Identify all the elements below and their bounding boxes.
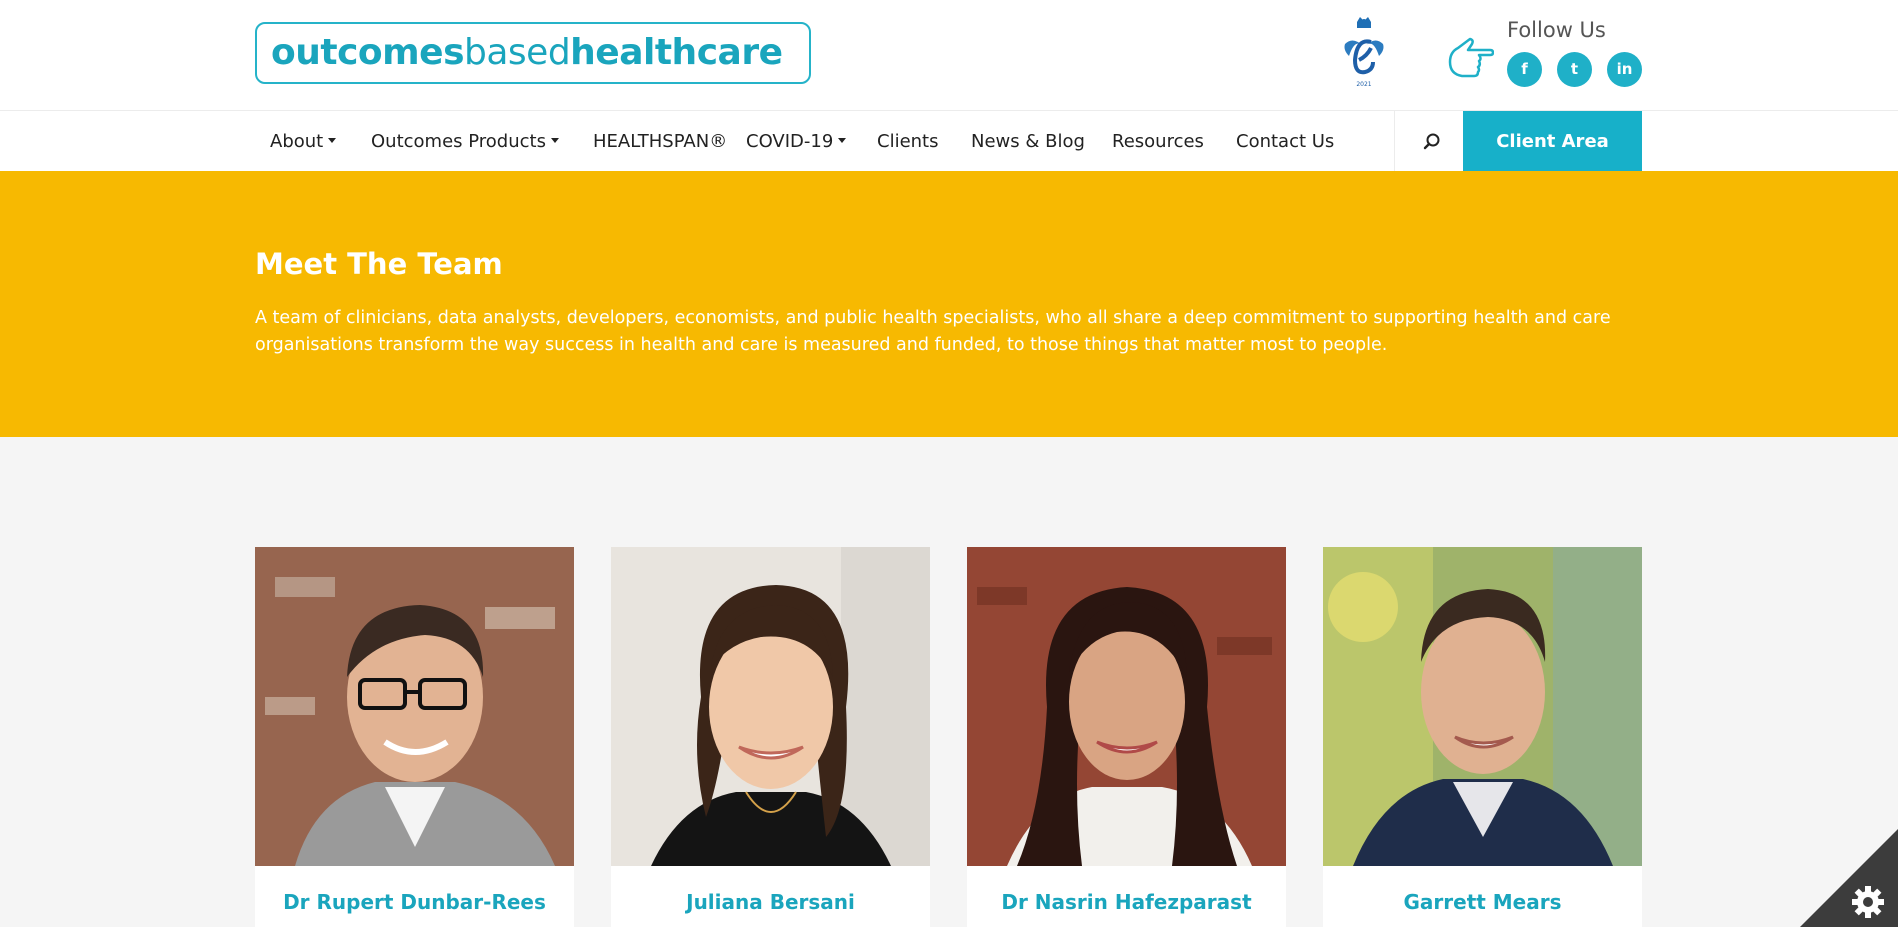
linkedin-icon[interactable]: in: [1607, 52, 1642, 87]
team-photo: [967, 547, 1286, 866]
site-logo[interactable]: outcomesbasedhealthcare: [255, 22, 811, 84]
nav-about[interactable]: About: [270, 111, 337, 172]
nav-contact-us[interactable]: Contact Us: [1236, 111, 1334, 172]
team-member-name: Dr Rupert Dunbar-Rees: [283, 890, 546, 914]
team-member-name: Dr Nasrin Hafezparast: [1001, 890, 1252, 914]
team-member-name: Garrett Mears: [1403, 890, 1562, 914]
follow-us-label: Follow Us: [1507, 18, 1606, 42]
team-card[interactable]: Dr Nasrin Hafezparast: [967, 547, 1286, 927]
gear-icon: [1852, 886, 1884, 918]
page-title: Meet The Team: [255, 247, 503, 281]
nav-covid-19-label: COVID-19: [746, 131, 834, 152]
team-card[interactable]: Dr Rupert Dunbar-Rees: [255, 547, 574, 927]
team-photo: [255, 547, 574, 866]
logo-text-outcomes: outcomes: [271, 32, 465, 73]
cookie-settings-button[interactable]: [1800, 829, 1898, 927]
nav-outcomes-products[interactable]: Outcomes Products: [371, 111, 559, 172]
nav-resources[interactable]: Resources: [1112, 111, 1204, 172]
nav-resources-label: Resources: [1112, 131, 1204, 152]
main-nav: About Outcomes Products HEALTHSPAN® COVI…: [0, 110, 1898, 172]
chevron-down-icon: [550, 138, 559, 143]
team-photo: [1323, 547, 1642, 866]
nav-contact-us-label: Contact Us: [1236, 131, 1335, 152]
nav-outcomes-products-label: Outcomes Products: [371, 131, 546, 152]
team-member-name: Juliana Bersani: [686, 890, 855, 914]
chevron-down-icon: [328, 138, 337, 143]
team-photo: [611, 547, 930, 866]
search-icon: [1423, 133, 1440, 150]
nav-about-label: About: [270, 131, 324, 152]
logo-text-healthcare: healthcare: [570, 32, 783, 73]
nav-covid-19[interactable]: COVID-19: [746, 111, 847, 172]
chevron-down-icon: [838, 138, 847, 143]
hero-banner: Meet The Team A team of clinicians, data…: [0, 171, 1898, 437]
facebook-icon[interactable]: f: [1507, 52, 1542, 87]
svg-text:2021: 2021: [1356, 81, 1371, 88]
search-button[interactable]: [1406, 111, 1456, 172]
nav-healthspan[interactable]: HEALTHSPAN®: [593, 111, 727, 172]
twitter-icon[interactable]: t: [1557, 52, 1592, 87]
nav-healthspan-label: HEALTHSPAN®: [593, 131, 728, 152]
nav-news-blog[interactable]: News & Blog: [971, 111, 1085, 172]
hero-description: A team of clinicians, data analysts, dev…: [255, 308, 1611, 355]
nav-news-blog-label: News & Blog: [971, 131, 1085, 152]
team-card[interactable]: Juliana Bersani: [611, 547, 930, 927]
nav-clients-label: Clients: [877, 131, 939, 152]
team-card[interactable]: Garrett Mears: [1323, 547, 1642, 927]
pointing-hand-icon: [1448, 37, 1494, 78]
logo-text-based: based: [464, 32, 571, 73]
site-header: outcomesbasedhealthcare 2021 Follow Us f…: [0, 0, 1898, 110]
client-area-button[interactable]: Client Area: [1463, 111, 1642, 172]
nav-divider: [1394, 111, 1395, 172]
nav-clients[interactable]: Clients: [877, 111, 939, 172]
queens-award-icon: 2021: [1344, 17, 1384, 88]
